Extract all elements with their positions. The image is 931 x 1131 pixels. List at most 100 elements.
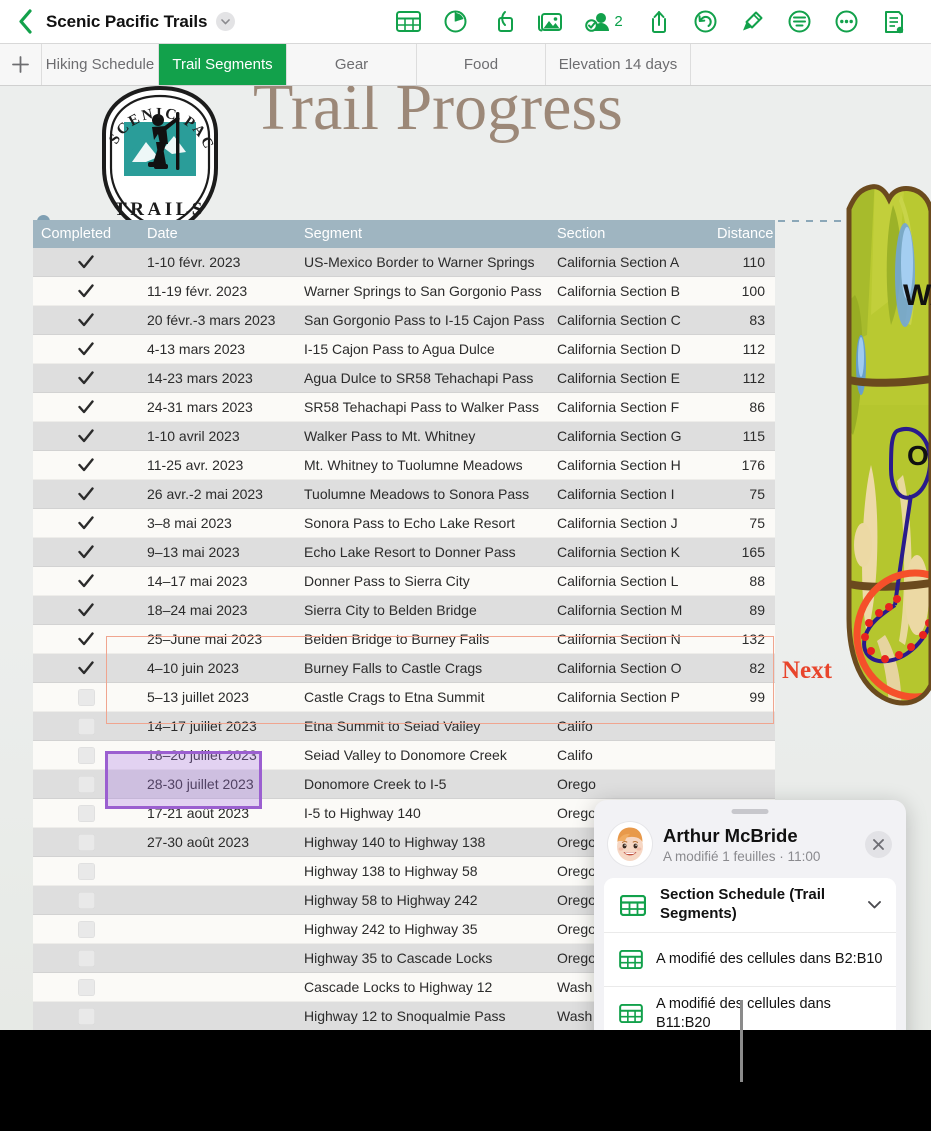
- checkbox-checked-icon[interactable]: [78, 428, 95, 445]
- cell-section[interactable]: California Section B: [549, 283, 709, 299]
- chart-icon[interactable]: [432, 0, 479, 44]
- cell-section[interactable]: California Section D: [549, 341, 709, 357]
- trail-map-image[interactable]: WA O: [845, 175, 931, 735]
- cell-section[interactable]: California Section L: [549, 573, 709, 589]
- cell-completed[interactable]: [33, 1007, 139, 1025]
- cell-section[interactable]: California Section F: [549, 399, 709, 415]
- cell-section[interactable]: California Section J: [549, 515, 709, 531]
- cell-segment[interactable]: Burney Falls to Castle Crags: [296, 660, 549, 676]
- cell-completed[interactable]: [33, 428, 139, 445]
- checkbox-checked-icon[interactable]: [78, 544, 95, 561]
- cell-segment[interactable]: Highway 35 to Cascade Locks: [296, 950, 549, 966]
- cell-distance[interactable]: 88: [709, 573, 775, 589]
- cell-date[interactable]: 14-23 mars 2023: [139, 370, 296, 386]
- cell-segment[interactable]: Highway 140 to Highway 138: [296, 834, 549, 850]
- spreadsheet-canvas[interactable]: Trail Progress SCENIC PAC TRAILS Complet…: [0, 86, 931, 1030]
- collaborator-activity-popover[interactable]: Arthur McBride A modifié 1 feuilles · 11…: [594, 800, 906, 1030]
- checkbox-checked-icon[interactable]: [78, 370, 95, 387]
- cell-distance[interactable]: 75: [709, 515, 775, 531]
- activity-group-header[interactable]: Section Schedule (Trail Segments): [604, 878, 896, 932]
- cell-distance[interactable]: 115: [709, 428, 775, 444]
- checkbox-unchecked-icon[interactable]: [77, 804, 95, 822]
- cell-segment[interactable]: Echo Lake Resort to Donner Pass: [296, 544, 549, 560]
- cell-distance[interactable]: 86: [709, 399, 775, 415]
- cell-date[interactable]: 4–10 juin 2023: [139, 660, 296, 676]
- tab-gear[interactable]: Gear: [287, 44, 417, 85]
- cell-segment[interactable]: Seiad Valley to Donomore Creek: [296, 747, 549, 763]
- cell-completed[interactable]: [33, 631, 139, 648]
- table-row[interactable]: 3–8 mai 2023 Sonora Pass to Echo Lake Res…: [33, 509, 775, 538]
- media-icon[interactable]: [526, 0, 573, 44]
- cell-date[interactable]: 20 févr.-3 mars 2023: [139, 312, 296, 328]
- close-icon[interactable]: [865, 830, 892, 858]
- tab-hiking-schedule[interactable]: Hiking Schedule: [42, 44, 159, 85]
- checkbox-checked-icon[interactable]: [78, 515, 95, 532]
- cell-date[interactable]: 25–June mai 2023: [139, 631, 296, 647]
- checkbox-unchecked-icon[interactable]: [77, 833, 95, 851]
- checkbox-unchecked-icon[interactable]: [77, 717, 95, 735]
- cell-distance[interactable]: 100: [709, 283, 775, 299]
- cell-distance[interactable]: 165: [709, 544, 775, 560]
- cell-date[interactable]: 14–17 juillet 2023: [139, 718, 296, 734]
- chevron-down-icon[interactable]: [864, 901, 884, 909]
- cell-completed[interactable]: [33, 370, 139, 387]
- cell-segment[interactable]: San Gorgonio Pass to I-15 Cajon Pass: [296, 312, 549, 328]
- cell-section[interactable]: California Section M: [549, 602, 709, 618]
- cell-completed[interactable]: [33, 717, 139, 735]
- cell-distance[interactable]: 112: [709, 370, 775, 386]
- cell-completed[interactable]: [33, 891, 139, 909]
- table-row[interactable]: 1-10 févr. 2023 US-Mexico Border to Warne…: [33, 248, 775, 277]
- checkbox-checked-icon[interactable]: [78, 631, 95, 648]
- cell-section[interactable]: California Section H: [549, 457, 709, 473]
- cell-completed[interactable]: [33, 688, 139, 706]
- column-header-completed[interactable]: Completed: [33, 226, 139, 242]
- cell-segment[interactable]: Mt. Whitney to Tuolumne Meadows: [296, 457, 549, 473]
- cell-segment[interactable]: SR58 Tehachapi Pass to Walker Pass: [296, 399, 549, 415]
- checkbox-checked-icon[interactable]: [78, 486, 95, 503]
- tab-trail-segments[interactable]: Trail Segments: [159, 44, 287, 85]
- cell-segment[interactable]: Highway 58 to Highway 242: [296, 892, 549, 908]
- cell-section[interactable]: California Section E: [549, 370, 709, 386]
- table-row[interactable]: 1-10 avril 2023 Walker Pass to Mt. Whitne…: [33, 422, 775, 451]
- cell-completed[interactable]: [33, 920, 139, 938]
- cell-completed[interactable]: [33, 341, 139, 358]
- checkbox-checked-icon[interactable]: [78, 660, 95, 677]
- cell-section[interactable]: California Section O: [549, 660, 709, 676]
- cell-date[interactable]: 26 avr.-2 mai 2023: [139, 486, 296, 502]
- checkbox-unchecked-icon[interactable]: [77, 920, 95, 938]
- cell-segment[interactable]: Agua Dulce to SR58 Tehachapi Pass: [296, 370, 549, 386]
- cell-segment[interactable]: US-Mexico Border to Warner Springs: [296, 254, 549, 270]
- cell-date[interactable]: 24-31 mars 2023: [139, 399, 296, 415]
- cell-segment[interactable]: I-15 Cajon Pass to Agua Dulce: [296, 341, 549, 357]
- popover-drag-handle[interactable]: [731, 809, 769, 814]
- column-header-date[interactable]: Date: [139, 226, 296, 242]
- table-row[interactable]: 18–20 juillet 2023 Seiad Valley to Donomo…: [33, 741, 775, 770]
- checkbox-unchecked-icon[interactable]: [77, 746, 95, 764]
- cell-completed[interactable]: [33, 833, 139, 851]
- cell-date[interactable]: 14–17 mai 2023: [139, 573, 296, 589]
- cell-section[interactable]: California Section P: [549, 689, 709, 705]
- cell-date[interactable]: 18–24 mai 2023: [139, 602, 296, 618]
- table-row[interactable]: 4-13 mars 2023 I-15 Cajon Pass to Agua Du…: [33, 335, 775, 364]
- cell-segment[interactable]: Donomore Creek to I-5: [296, 776, 549, 792]
- table-row[interactable]: 11-19 févr. 2023 Warner Springs to San Go…: [33, 277, 775, 306]
- cell-distance[interactable]: 132: [709, 631, 775, 647]
- table-row[interactable]: 25–June mai 2023 Belden Bridge to Burney …: [33, 625, 775, 654]
- share-icon[interactable]: [635, 0, 682, 44]
- cell-completed[interactable]: [33, 949, 139, 967]
- cell-section[interactable]: California Section I: [549, 486, 709, 502]
- cell-distance[interactable]: 89: [709, 602, 775, 618]
- activity-item[interactable]: A modifié des cellules dans B11:B20: [604, 986, 896, 1030]
- cell-completed[interactable]: [33, 602, 139, 619]
- cell-completed[interactable]: [33, 486, 139, 503]
- cell-section[interactable]: Califo: [549, 718, 709, 734]
- cell-completed[interactable]: [33, 804, 139, 822]
- cell-completed[interactable]: [33, 457, 139, 474]
- checkbox-checked-icon[interactable]: [78, 312, 95, 329]
- cell-date[interactable]: 5–13 juillet 2023: [139, 689, 296, 705]
- cell-completed[interactable]: [33, 515, 139, 532]
- checkbox-checked-icon[interactable]: [78, 457, 95, 474]
- cell-segment[interactable]: Tuolumne Meadows to Sonora Pass: [296, 486, 549, 502]
- trails-logo[interactable]: SCENIC PACIFIC TRAILS: [81, 86, 232, 242]
- column-header-segment[interactable]: Segment: [296, 226, 549, 242]
